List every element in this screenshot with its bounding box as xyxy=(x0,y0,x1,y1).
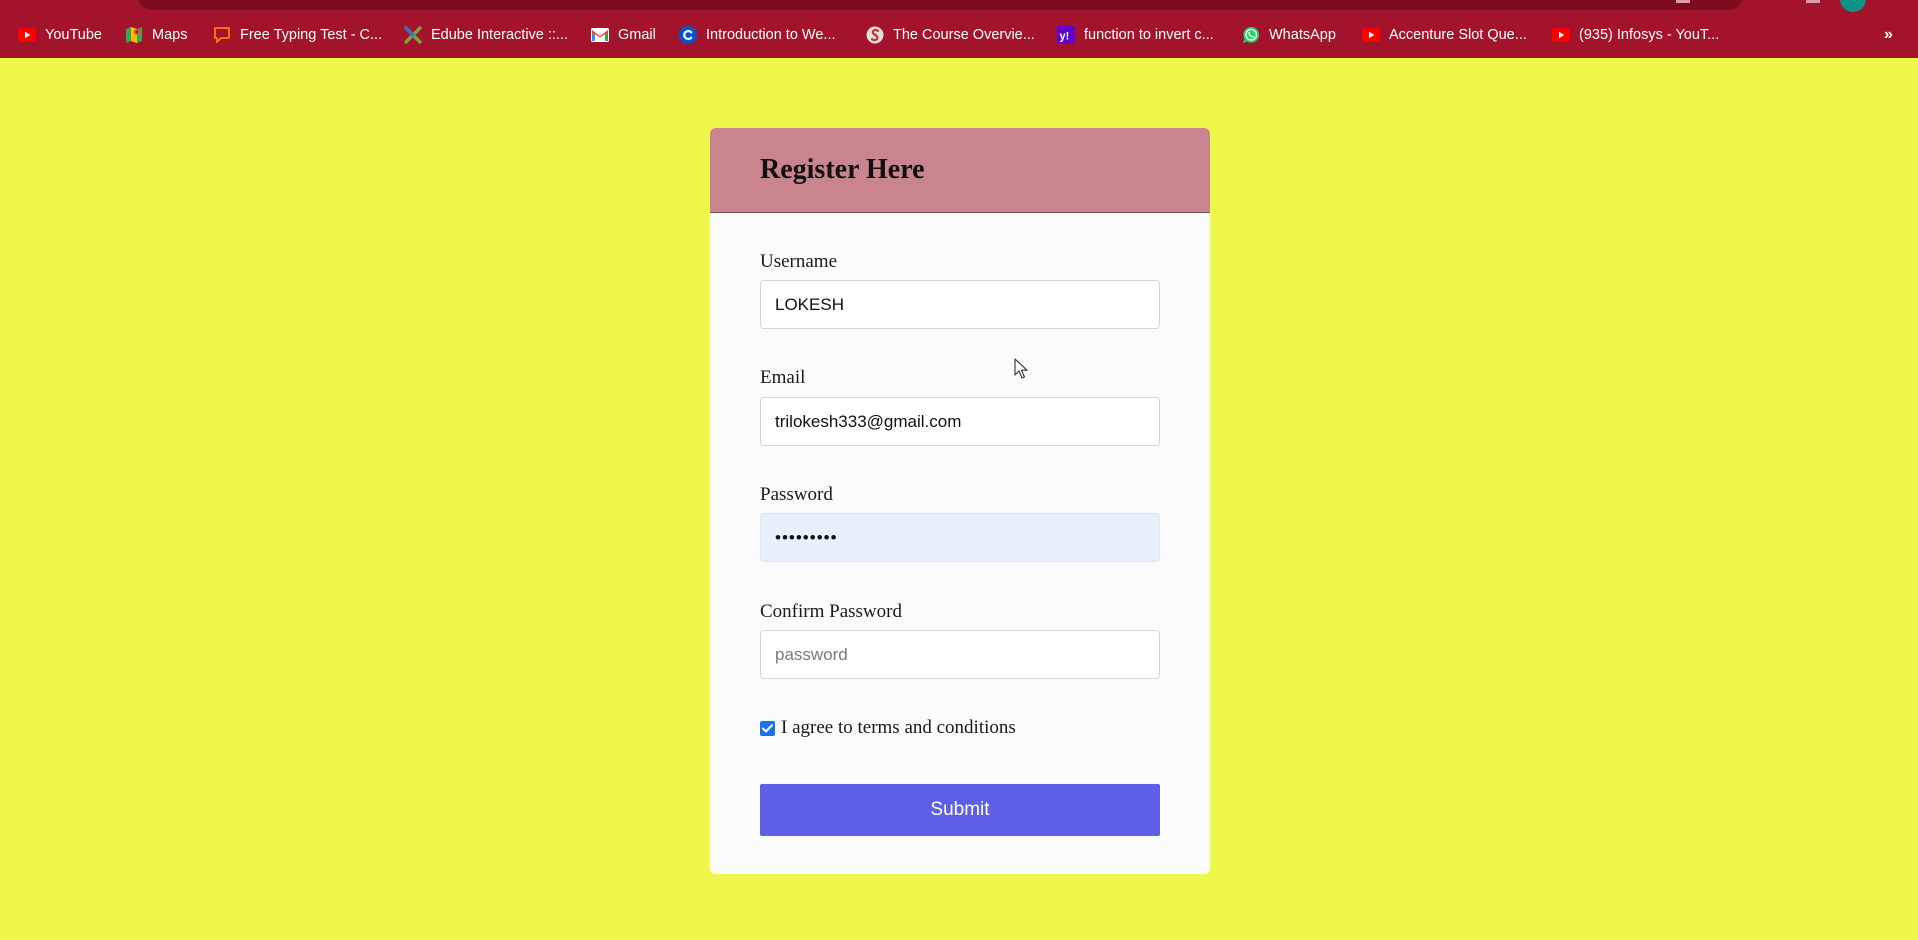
bookmark-introduction-to-web[interactable]: Introduction to We... xyxy=(679,23,836,47)
bookmark-label: Maps xyxy=(152,27,188,43)
bookmark-edube[interactable]: Edube Interactive ::... xyxy=(404,23,568,47)
card-header: Register Here xyxy=(710,128,1210,213)
terms-row: I agree to terms and conditions xyxy=(760,717,1016,739)
bookmark-label: Free Typing Test - C... xyxy=(240,27,383,43)
youtube-icon xyxy=(1362,26,1380,44)
form-title: Register Here xyxy=(760,154,925,185)
submit-button[interactable]: Submit xyxy=(760,784,1160,836)
bookmark-label: WhatsApp xyxy=(1269,27,1336,43)
svg-text:y!: y! xyxy=(1060,31,1070,43)
bookmark-label: Introduction to We... xyxy=(706,27,836,43)
youtube-icon xyxy=(1552,26,1570,44)
browser-menu-icon[interactable] xyxy=(1806,0,1820,3)
bookmark-infosys-youtube[interactable]: (935) Infosys - YouT... xyxy=(1552,23,1719,47)
chat-bubble-icon xyxy=(213,26,231,44)
bookmark-function-to-invert[interactable]: y! function to invert c... xyxy=(1057,23,1214,47)
checkmark-icon xyxy=(762,723,773,732)
address-bar[interactable] xyxy=(138,0,1743,10)
extension-icon[interactable] xyxy=(1676,0,1690,3)
maps-icon xyxy=(125,26,143,44)
youtube-icon xyxy=(18,26,36,44)
email-label: Email xyxy=(760,367,806,388)
yahoo-icon: y! xyxy=(1057,26,1075,44)
bookmarks-bar: YouTube Maps Free Typing Test - C... Edu… xyxy=(0,0,1918,58)
username-label: Username xyxy=(760,251,838,272)
profile-avatar[interactable] xyxy=(1840,0,1866,12)
email-input[interactable] xyxy=(760,397,1160,446)
bookmark-label: YouTube xyxy=(45,27,102,43)
whatsapp-icon xyxy=(1242,26,1260,44)
gmail-icon xyxy=(591,26,609,44)
username-input[interactable] xyxy=(760,280,1160,329)
edube-icon xyxy=(404,26,422,44)
bookmarks-overflow-button[interactable]: » xyxy=(1884,23,1893,47)
bookmark-label: function to invert c... xyxy=(1084,27,1214,43)
bookmarks-list: YouTube Maps Free Typing Test - C... Edu… xyxy=(0,23,1918,47)
bookmark-label: Gmail xyxy=(618,27,656,43)
mouse-cursor-icon xyxy=(1014,358,1028,379)
coursera-icon xyxy=(679,26,697,44)
bookmark-whatsapp[interactable]: WhatsApp xyxy=(1242,23,1336,47)
confirm-password-label: Confirm Password xyxy=(760,601,902,622)
bookmark-label: Edube Interactive ::... xyxy=(431,27,569,43)
terms-label[interactable]: I agree to terms and conditions xyxy=(781,717,1016,739)
bookmark-youtube[interactable]: YouTube xyxy=(18,23,102,47)
bookmark-gmail[interactable]: Gmail xyxy=(591,23,656,47)
bookmark-label: Accenture Slot Que... xyxy=(1389,27,1527,43)
bookmark-label: (935) Infosys - YouT... xyxy=(1579,27,1720,43)
password-input[interactable] xyxy=(760,513,1160,562)
terms-checkbox[interactable] xyxy=(760,720,775,736)
bookmark-accenture-slot[interactable]: Accenture Slot Que... xyxy=(1362,23,1527,47)
register-card: Register Here Username Email Password Co… xyxy=(710,128,1210,874)
confirm-password-input[interactable] xyxy=(760,630,1160,679)
bookmark-course-overview[interactable]: The Course Overvie... xyxy=(866,23,1035,47)
bookmark-label: The Course Overvie... xyxy=(893,27,1035,43)
password-label: Password xyxy=(760,484,833,505)
bookmark-maps[interactable]: Maps xyxy=(125,23,187,47)
globe-icon xyxy=(866,26,884,44)
bookmark-free-typing-test[interactable]: Free Typing Test - C... xyxy=(213,23,382,47)
